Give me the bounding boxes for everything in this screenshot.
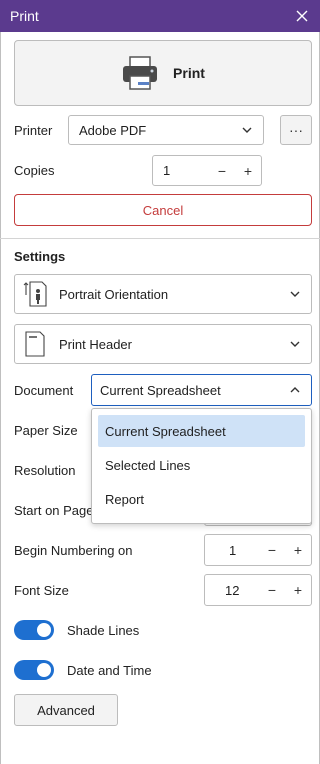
portrait-orientation-icon bbox=[23, 281, 47, 307]
header-value: Print Header bbox=[59, 336, 132, 352]
page-header-icon bbox=[25, 331, 45, 357]
cancel-button-label: Cancel bbox=[142, 202, 184, 218]
orientation-value: Portrait Orientation bbox=[59, 286, 169, 302]
toggle-knob bbox=[37, 663, 51, 677]
print-button[interactable]: Print bbox=[14, 40, 312, 106]
advanced-button-label: Advanced bbox=[37, 702, 95, 718]
copies-stepper[interactable]: 1 − + bbox=[152, 155, 262, 186]
chevron-down-icon bbox=[242, 127, 252, 133]
section-divider bbox=[0, 238, 320, 239]
resolution-label: Resolution bbox=[14, 463, 76, 478]
document-value: Current Spreadsheet bbox=[100, 382, 221, 398]
begin-numbering-label: Begin Numbering on bbox=[14, 543, 133, 558]
settings-title: Settings bbox=[14, 249, 66, 264]
date-time-toggle[interactable] bbox=[14, 660, 54, 680]
font-size-increment-button[interactable]: + bbox=[285, 582, 311, 598]
document-label: Document bbox=[14, 383, 74, 398]
printer-select[interactable]: Adobe PDF bbox=[68, 115, 264, 145]
window-title: Print bbox=[10, 8, 39, 24]
font-size-value[interactable]: 12 bbox=[205, 583, 259, 598]
begin-numbering-increment-button[interactable]: + bbox=[285, 542, 311, 558]
window-border-left bbox=[0, 32, 1, 764]
date-time-label: Date and Time bbox=[67, 663, 152, 678]
chevron-down-icon bbox=[290, 341, 300, 347]
document-select[interactable]: Current Spreadsheet bbox=[91, 374, 312, 406]
close-icon bbox=[296, 10, 308, 22]
printer-more-button[interactable]: ··· bbox=[280, 115, 312, 145]
chevron-down-icon bbox=[290, 291, 300, 297]
toggle-knob bbox=[37, 623, 51, 637]
printer-value: Adobe PDF bbox=[79, 122, 147, 138]
copies-decrement-button[interactable]: − bbox=[209, 163, 235, 179]
copies-label: Copies bbox=[14, 163, 55, 178]
font-size-decrement-button[interactable]: − bbox=[259, 582, 285, 598]
orientation-select[interactable]: Portrait Orientation bbox=[14, 274, 312, 314]
document-dropdown-list: Current Spreadsheet Selected Lines Repor… bbox=[91, 408, 312, 524]
print-button-label: Print bbox=[173, 65, 205, 81]
paper-size-label: Paper Size bbox=[14, 423, 78, 438]
shade-lines-toggle[interactable] bbox=[14, 620, 54, 640]
dropdown-option[interactable]: Report bbox=[98, 483, 305, 515]
dropdown-option[interactable]: Current Spreadsheet bbox=[98, 415, 305, 447]
begin-numbering-stepper[interactable]: 1 − + bbox=[204, 534, 312, 566]
close-button[interactable] bbox=[292, 6, 312, 26]
advanced-button[interactable]: Advanced bbox=[14, 694, 118, 726]
title-bar: Print bbox=[0, 0, 320, 32]
copies-value[interactable]: 1 bbox=[153, 163, 209, 178]
more-icon: ··· bbox=[289, 122, 303, 138]
printer-icon bbox=[123, 56, 158, 90]
copies-increment-button[interactable]: + bbox=[235, 163, 261, 179]
header-select[interactable]: Print Header bbox=[14, 324, 312, 364]
dropdown-option[interactable]: Selected Lines bbox=[98, 449, 305, 481]
font-size-stepper[interactable]: 12 − + bbox=[204, 574, 312, 606]
shade-lines-label: Shade Lines bbox=[67, 623, 140, 638]
begin-numbering-decrement-button[interactable]: − bbox=[259, 542, 285, 558]
start-on-page-label: Start on Page bbox=[14, 503, 94, 518]
printer-label: Printer bbox=[14, 123, 53, 138]
font-size-label: Font Size bbox=[14, 583, 69, 598]
chevron-up-icon bbox=[290, 387, 300, 393]
cancel-button[interactable]: Cancel bbox=[14, 194, 312, 226]
begin-numbering-value[interactable]: 1 bbox=[205, 543, 259, 558]
